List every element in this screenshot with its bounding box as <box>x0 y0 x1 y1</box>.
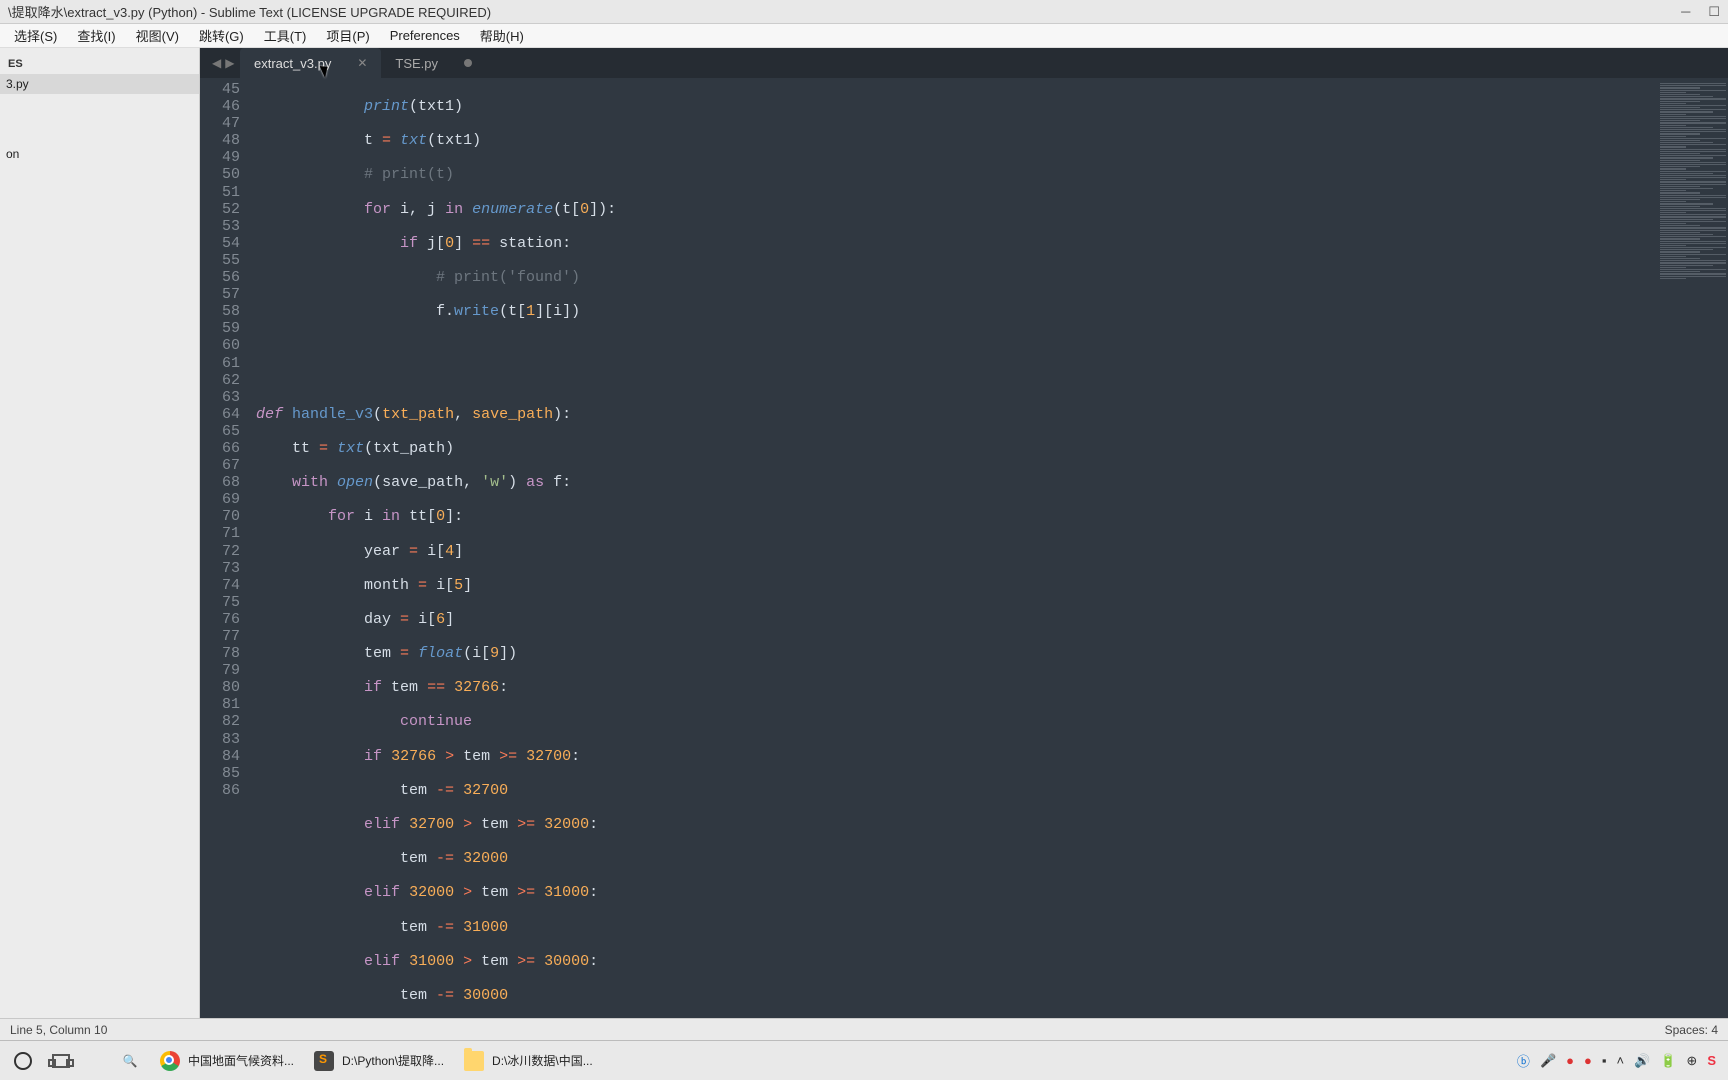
status-bar: Line 5, Column 10 Spaces: 4 <box>0 1018 1728 1040</box>
dirty-indicator-icon <box>464 59 472 67</box>
sidebar: ES 3.py on <box>0 48 200 1018</box>
menu-tools[interactable]: 工具(T) <box>254 24 317 47</box>
record-icon[interactable]: ● <box>1566 1053 1574 1068</box>
tab-label: TSE.py <box>395 56 438 71</box>
cortana-icon[interactable] <box>14 1052 32 1070</box>
close-icon[interactable]: ✕ <box>357 56 367 70</box>
status-cursor-position[interactable]: Line 5, Column 10 <box>10 1023 107 1037</box>
sidebar-secondary-label[interactable]: on <box>0 144 199 164</box>
menu-find[interactable]: 查找(I) <box>67 24 125 47</box>
chrome-icon <box>160 1051 180 1071</box>
minimap[interactable] <box>1658 78 1728 1018</box>
menu-select[interactable]: 选择(S) <box>4 24 67 47</box>
task-view-icon[interactable] <box>52 1054 70 1068</box>
title-bar: \提取降水\extract_v3.py (Python) - Sublime T… <box>0 0 1728 24</box>
taskbar-sublime[interactable]: D:\Python\提取降... <box>304 1041 454 1080</box>
volume-icon[interactable]: 🔊 <box>1634 1053 1650 1069</box>
ime-icon[interactable]: S <box>1707 1053 1716 1068</box>
chevron-up-icon[interactable]: ˄ <box>1616 1053 1624 1068</box>
window-title: \提取降水\extract_v3.py (Python) - Sublime T… <box>8 2 491 21</box>
minimize-icon[interactable]: ─ <box>1681 4 1690 20</box>
maximize-icon[interactable]: ☐ <box>1708 4 1720 20</box>
sidebar-open-files-heading: ES <box>0 54 199 74</box>
tab-label: extract_v3.py <box>254 56 331 71</box>
menu-preferences[interactable]: Preferences <box>380 26 470 45</box>
sublime-icon <box>314 1051 334 1071</box>
menu-view[interactable]: 视图(V) <box>126 24 189 47</box>
tab-tse[interactable]: TSE.py <box>381 48 486 78</box>
menu-goto[interactable]: 跳转(G) <box>189 24 254 47</box>
task-label: 中国地面气候资料... <box>188 1052 294 1069</box>
taskbar-explorer[interactable]: D:\冰川数据\中国... <box>454 1041 604 1080</box>
editor-area: ◀ ▶ extract_v3.py ✕ TSE.py 4546474849505… <box>200 48 1728 1018</box>
bluetooth-icon[interactable]: ⓑ <box>1517 1051 1530 1070</box>
taskbar: 🔍 中国地面气候资料... D:\Python\提取降... D:\冰川数据\中… <box>0 1040 1728 1080</box>
code-editor[interactable]: print(txt1) t = txt(txt1) # print(t) for… <box>248 78 1658 1018</box>
microphone-icon[interactable]: 🎤 <box>1540 1053 1556 1069</box>
status-indent[interactable]: Spaces: 4 <box>1665 1023 1718 1037</box>
tab-extract-v3[interactable]: extract_v3.py ✕ <box>240 48 381 78</box>
menu-project[interactable]: 项目(P) <box>316 24 379 47</box>
folder-icon <box>464 1051 484 1071</box>
tab-history-back-icon[interactable]: ◀ <box>212 56 221 70</box>
network-icon[interactable]: ⊕ <box>1686 1053 1697 1069</box>
search-icon: 🔍 <box>120 1051 140 1071</box>
system-tray: ⓑ 🎤 ● ● ▪ ˄ 🔊 🔋 ⊕ S <box>1505 1041 1728 1080</box>
task-label: D:\冰川数据\中国... <box>492 1052 593 1069</box>
menu-help[interactable]: 帮助(H) <box>470 24 534 47</box>
taskbar-chrome[interactable]: 中国地面气候资料... <box>150 1041 304 1080</box>
sidebar-file-extract[interactable]: 3.py <box>0 74 199 94</box>
task-label: D:\Python\提取降... <box>342 1052 444 1069</box>
taskbar-search[interactable]: 🔍 <box>110 1041 150 1080</box>
tab-row: ◀ ▶ extract_v3.py ✕ TSE.py <box>200 48 1728 78</box>
tab-history-forward-icon[interactable]: ▶ <box>225 56 234 70</box>
tray-square-icon[interactable]: ▪ <box>1602 1053 1607 1068</box>
line-number-gutter: 4546474849505152535455565758596061626364… <box>200 78 248 1018</box>
menu-bar: 选择(S) 查找(I) 视图(V) 跳转(G) 工具(T) 项目(P) Pref… <box>0 24 1728 48</box>
record-icon-2[interactable]: ● <box>1584 1053 1592 1068</box>
battery-icon[interactable]: 🔋 <box>1660 1053 1676 1069</box>
